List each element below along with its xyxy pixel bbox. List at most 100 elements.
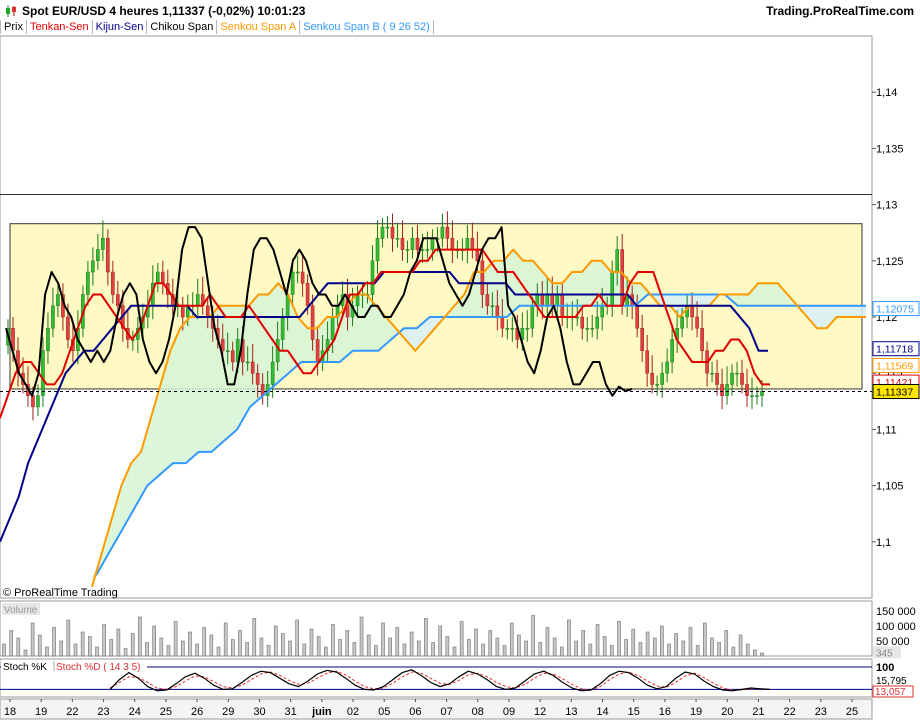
candle-body bbox=[445, 226, 450, 239]
legend-senkou-span-a[interactable]: Senkou Span A bbox=[217, 20, 301, 34]
volume-bar bbox=[517, 634, 521, 657]
volume-bar bbox=[538, 642, 543, 657]
candle-body bbox=[86, 271, 90, 295]
candle-body bbox=[245, 361, 250, 364]
candle-body bbox=[700, 327, 704, 351]
volume-bar bbox=[610, 645, 614, 657]
stoch-d-title: Stoch %D ( 14 3 5) bbox=[56, 662, 140, 673]
price-tag-label: 1,12075 bbox=[876, 304, 914, 316]
volume-bar bbox=[416, 640, 421, 657]
volume-bar bbox=[123, 648, 128, 657]
price-tag-label: 1,11337 bbox=[876, 387, 913, 399]
legend-tenkan-sen[interactable]: Tenkan-Sen bbox=[26, 20, 93, 34]
volume-bar bbox=[152, 625, 156, 657]
date-tick-label: 02 bbox=[347, 706, 359, 718]
volume-bar bbox=[138, 616, 142, 657]
price-tick-label: 1,14 bbox=[876, 87, 897, 99]
volume-bar bbox=[438, 625, 443, 657]
volume-bar bbox=[323, 646, 328, 657]
volume-bar bbox=[2, 643, 6, 657]
candle-body bbox=[470, 238, 475, 250]
candle-body bbox=[270, 361, 275, 385]
candle-body bbox=[615, 249, 619, 273]
candle-body bbox=[330, 316, 335, 340]
date-tick-label: 13 bbox=[565, 706, 577, 718]
volume-bar bbox=[388, 637, 392, 657]
candle-body bbox=[415, 238, 420, 250]
kumo-cloud-segment bbox=[768, 283, 778, 306]
stoch-tick-label: 100 bbox=[876, 662, 894, 674]
price-tick-label: 1,13 bbox=[876, 200, 897, 212]
kumo-cloud-segment bbox=[856, 305, 866, 317]
candle-body bbox=[500, 316, 505, 329]
price-tick-label: 1,125 bbox=[876, 256, 904, 268]
volume-bar bbox=[745, 643, 750, 657]
volume-bar bbox=[431, 642, 435, 657]
price-tick-label: 1,135 bbox=[876, 143, 904, 155]
candle-body bbox=[375, 238, 380, 262]
volume-bar bbox=[73, 643, 78, 657]
volume-bar bbox=[753, 649, 757, 657]
volume-bar bbox=[545, 627, 550, 657]
volume-bar bbox=[445, 636, 450, 657]
candle-body bbox=[600, 305, 605, 318]
candle-body bbox=[730, 372, 734, 385]
date-tick-label: 05 bbox=[378, 706, 390, 718]
legend-kijun-sen[interactable]: Kijun-Sen bbox=[92, 20, 148, 34]
candle-body bbox=[550, 294, 555, 307]
kumo-cloud-segment bbox=[817, 305, 827, 329]
stoch-k-value: 15,795 bbox=[876, 676, 907, 687]
volume-bar bbox=[209, 634, 214, 657]
kumo-cloud-segment bbox=[199, 317, 210, 452]
date-tick-label: 24 bbox=[129, 706, 141, 718]
candle-body bbox=[195, 294, 200, 307]
candle-body bbox=[305, 283, 310, 307]
legend-senkou-span-b[interactable]: Senkou Span B ( 9 26 52) bbox=[300, 20, 434, 34]
kumo-cloud-segment bbox=[738, 294, 749, 306]
volume-bar bbox=[130, 633, 135, 657]
candle-body bbox=[315, 339, 320, 363]
volume-bar bbox=[245, 642, 249, 657]
volume-bar bbox=[173, 621, 178, 657]
candle-body bbox=[310, 305, 315, 340]
candle-body bbox=[665, 361, 669, 374]
candle-body bbox=[650, 372, 654, 385]
volume-bar bbox=[80, 631, 85, 657]
price-tag-label: 1,11569 bbox=[876, 360, 913, 372]
candle-body bbox=[645, 350, 649, 374]
candle-body bbox=[430, 238, 435, 250]
candle-body bbox=[370, 260, 375, 295]
volume-bar bbox=[531, 615, 535, 657]
candle-body bbox=[405, 249, 410, 251]
candle-body bbox=[595, 316, 600, 329]
volume-bar bbox=[202, 627, 207, 657]
volume-bar bbox=[645, 631, 650, 657]
volume-bar bbox=[66, 619, 71, 657]
volume-last-label: 345 bbox=[876, 648, 893, 659]
volume-bar bbox=[574, 640, 578, 657]
volume-bar bbox=[402, 643, 407, 657]
date-tick-label: 26 bbox=[191, 706, 203, 718]
candle-body bbox=[510, 327, 515, 330]
brand-name: Trading.ProRealTime.com bbox=[766, 4, 914, 18]
candle-body bbox=[495, 305, 500, 318]
candle-body bbox=[555, 294, 560, 307]
instrument-title: Spot EUR/USD 4 heures 1,11337 (-0,02%) 1… bbox=[22, 4, 306, 18]
date-tick-label: 06 bbox=[409, 706, 421, 718]
volume-bar bbox=[581, 630, 586, 657]
legend-prix[interactable]: Prix bbox=[0, 20, 27, 34]
date-tick-label: juin bbox=[311, 706, 332, 718]
volume-bar bbox=[502, 645, 507, 657]
date-tick-label: 16 bbox=[659, 706, 671, 718]
candle-body bbox=[230, 350, 235, 363]
date-tick-label: 29 bbox=[222, 706, 234, 718]
date-tick-label: 25 bbox=[846, 706, 858, 718]
candle-body bbox=[540, 294, 545, 307]
kumo-cloud-segment bbox=[219, 305, 230, 445]
date-tick-label: 21 bbox=[752, 706, 764, 718]
volume-bar bbox=[188, 631, 192, 657]
volume-bar bbox=[95, 646, 99, 657]
volume-bar bbox=[16, 637, 21, 657]
legend-chikou-span[interactable]: Chikou Span bbox=[147, 20, 218, 34]
candle-body bbox=[580, 316, 585, 329]
